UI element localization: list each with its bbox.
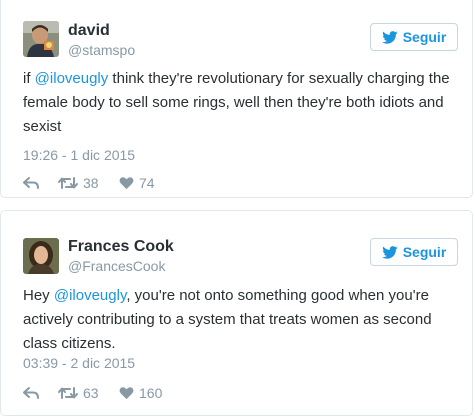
tweet-card: david @stamspo Seguir if @iloveugly thin… — [0, 0, 473, 198]
tweet-text: Hey @iloveugly, you're not onto somethin… — [23, 284, 463, 356]
tweet-timestamp[interactable]: 19:26 - 1 dic 2015 — [23, 147, 135, 163]
like-button[interactable]: 74 — [119, 175, 155, 191]
twitter-bird-icon — [381, 30, 398, 44]
follow-button[interactable]: Seguir — [370, 23, 458, 51]
tweet-text-start: if — [23, 70, 35, 87]
like-count: 160 — [139, 385, 163, 401]
author-name[interactable]: david — [68, 22, 110, 40]
heart-icon — [119, 177, 134, 190]
tweet-card: Frances Cook @FrancesCook Seguir Hey @il… — [0, 210, 473, 416]
tweet-text: if @iloveugly think they're revolutionar… — [23, 67, 463, 139]
retweet-count: 63 — [83, 385, 99, 401]
heart-icon — [119, 387, 134, 400]
like-button[interactable]: 160 — [119, 385, 162, 401]
retweet-icon — [58, 177, 78, 189]
retweet-button[interactable]: 38 — [58, 175, 99, 191]
tweet-text-start: Hey — [23, 287, 54, 304]
avatar[interactable] — [23, 238, 59, 274]
author-name[interactable]: Frances Cook — [68, 238, 174, 256]
avatar[interactable] — [23, 21, 59, 57]
reply-button[interactable] — [23, 176, 39, 190]
twitter-bird-icon — [381, 245, 398, 259]
mention-link[interactable]: @iloveugly — [35, 70, 109, 87]
reply-button[interactable] — [23, 386, 39, 400]
author-handle[interactable]: @stamspo — [68, 42, 135, 58]
follow-button[interactable]: Seguir — [370, 238, 458, 266]
avatar-photo-icon — [23, 21, 59, 57]
retweet-count: 38 — [83, 175, 99, 191]
like-count: 74 — [139, 175, 155, 191]
reply-icon — [23, 177, 39, 189]
tweet-timestamp[interactable]: 03:39 - 2 dic 2015 — [23, 355, 135, 371]
reply-icon — [23, 387, 39, 399]
retweet-icon — [58, 387, 78, 399]
retweet-button[interactable]: 63 — [58, 385, 99, 401]
avatar-photo-icon — [23, 238, 59, 274]
follow-button-label: Seguir — [402, 29, 447, 45]
author-handle[interactable]: @FrancesCook — [68, 258, 165, 274]
mention-link[interactable]: @iloveugly — [54, 287, 126, 304]
follow-button-label: Seguir — [402, 244, 447, 260]
